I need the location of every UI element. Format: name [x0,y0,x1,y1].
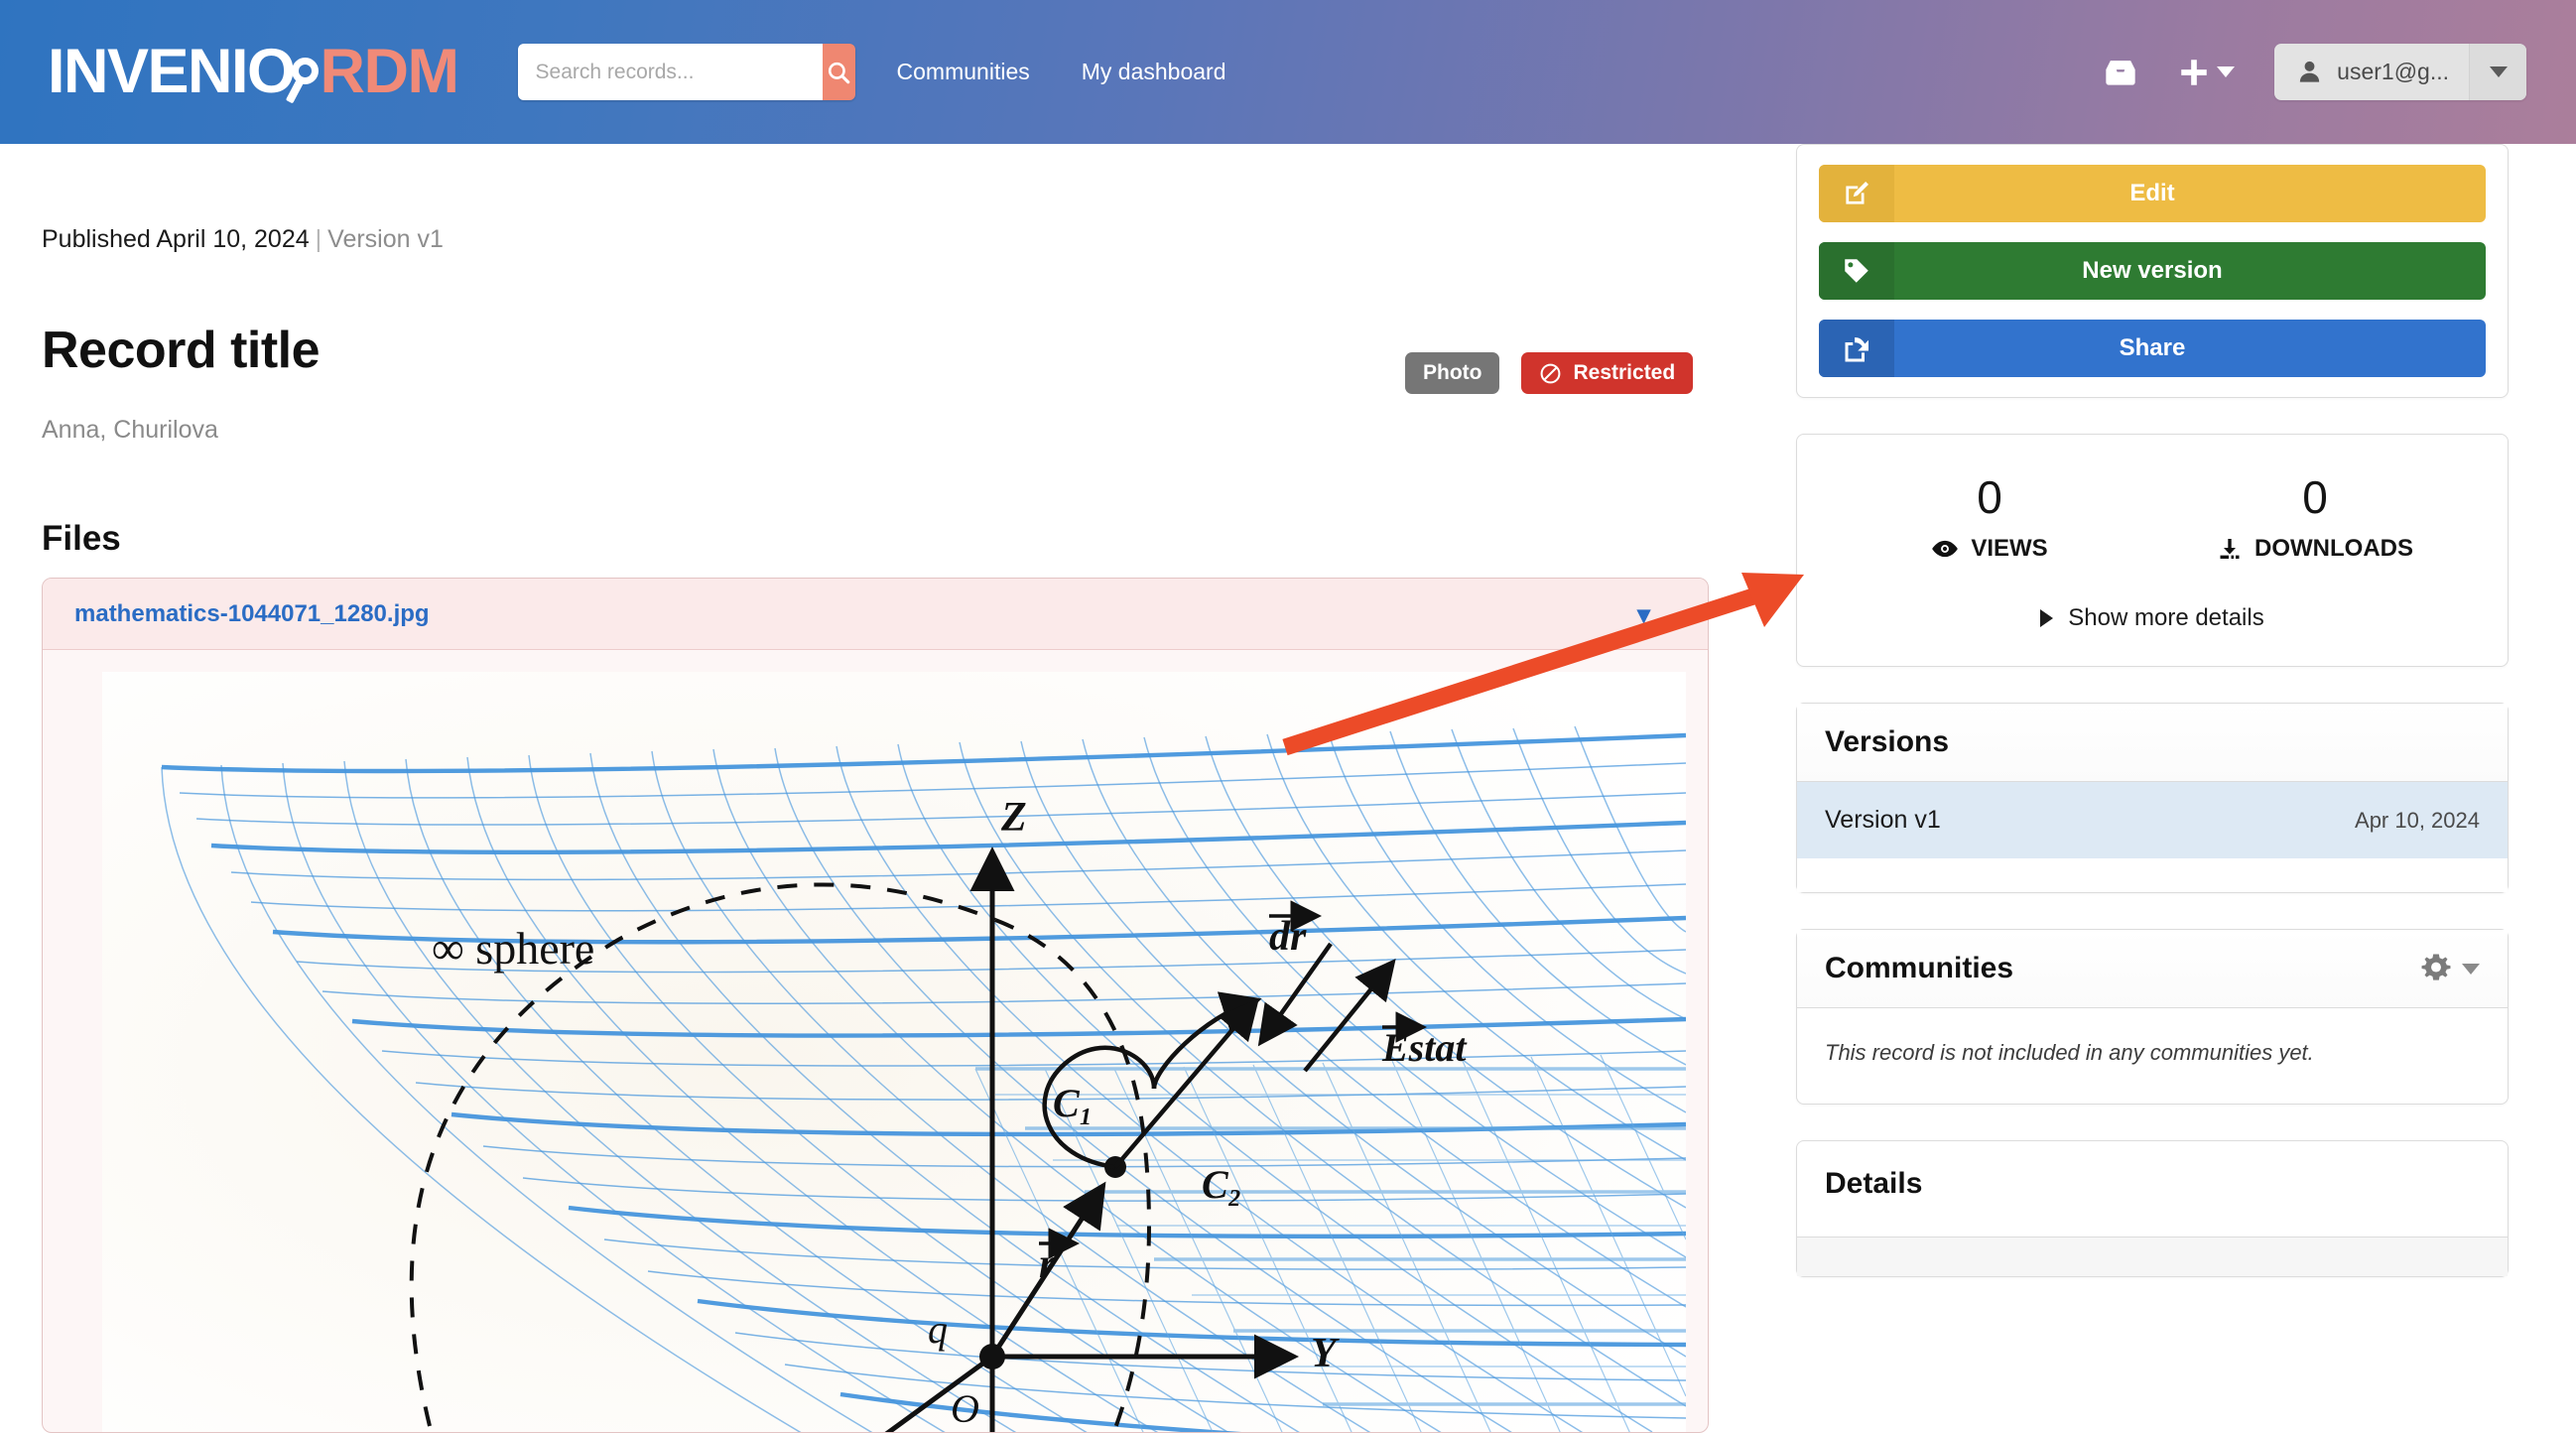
page-title: Record title [42,322,321,379]
downloads-label: DOWNLOADS [2254,535,2413,562]
no-entry-icon [1541,363,1561,383]
nav-link-communities[interactable]: Communities [897,59,1030,85]
site-logo[interactable]: INVENIO RDM [48,37,459,106]
record-badges: Photo Restricted [1405,352,1694,394]
show-more-details-toggle[interactable]: Show more details [1827,604,2478,632]
file-preview-panel: mathematics-1044071_1280.jpg ▾ Z Y O q ∞… [42,578,1709,1433]
version-row-label: Version v1 [1825,806,1941,834]
nav-right-group: user1@g... [2104,44,2526,100]
label-efield: Estat [1381,1025,1468,1070]
show-more-details-label: Show more details [2068,604,2264,631]
edit-button[interactable]: Edit [1819,165,2486,222]
communities-empty-state: This record is not included in any commu… [1797,1008,2508,1104]
caret-down-icon [2489,66,2508,77]
communities-settings-button[interactable] [2419,952,2480,985]
search-button[interactable] [822,44,855,100]
views-count: 0 [1977,471,2002,523]
math-diagram-figure: Z Y O q ∞ sphere dr Estat C₁ C₂ r [102,672,1686,1432]
communities-panel: Communities This record is not included … [1796,929,2509,1105]
meta-separator: | [315,225,322,253]
chevron-down-icon[interactable]: ▾ [1637,601,1650,627]
details-panel-row [1797,1237,2508,1276]
new-version-button[interactable]: New version [1819,242,2486,300]
chevron-down-icon [2217,66,2236,77]
details-title: Details [1825,1167,1923,1200]
top-navbar: INVENIO RDM Communities My dashboard [0,0,2576,144]
search-icon [828,62,850,83]
record-sidebar: Edit New version Share 0 VIEWS 0 DOWNLOA… [1796,144,2509,1277]
magnifier-icon [285,42,324,103]
triangle-right-icon [2040,609,2054,627]
label-y-axis: Y [1311,1331,1340,1376]
share-button-label: Share [2119,334,2186,361]
communities-panel-header: Communities [1797,930,2508,1008]
record-authors: Anna, Churilova [42,416,218,444]
pencil-square-icon [1819,165,1894,222]
primary-nav: Communities My dashboard [897,59,1278,85]
status-badge-resource-type: Photo [1405,352,1500,394]
badge-label-restricted: Restricted [1573,361,1676,384]
inbox-icon [2106,60,2135,85]
file-name-link[interactable]: mathematics-1044071_1280.jpg [74,600,430,628]
logo-text-rdm: RDM [320,37,459,106]
create-new-button[interactable] [2177,56,2236,89]
versions-panel-header: Versions [1797,704,2508,782]
communities-title: Communities [1825,952,2014,984]
label-origin: O [951,1386,979,1431]
badge-label-photo: Photo [1423,361,1482,384]
user-name-label: user1@g... [2337,59,2449,84]
label-z-axis: Z [1000,795,1027,841]
user-menu-button[interactable]: user1@g... [2274,44,2526,100]
downloads-count: 0 [2302,471,2328,523]
file-preview-body: Z Y O q ∞ sphere dr Estat C₁ C₂ r [43,650,1708,1432]
version-row-date: Apr 10, 2024 [2355,807,2480,833]
share-button[interactable]: Share [1819,320,2486,377]
version-row[interactable]: Version v1 Apr 10, 2024 [1797,782,2508,858]
versions-title: Versions [1825,725,1950,758]
user-menu-caret[interactable] [2469,44,2526,100]
record-version-label: Version v1 [327,225,444,253]
label-dr: dr [1269,914,1307,960]
communities-empty-text: This record is not included in any commu… [1825,1040,2314,1065]
file-panel-header: mathematics-1044071_1280.jpg ▾ [43,579,1708,650]
details-panel: Details [1796,1140,2509,1277]
label-curve2: C₂ [1202,1162,1242,1207]
record-actions-card: Edit New version Share [1796,144,2509,398]
versions-panel-footer [1797,858,2508,892]
edit-button-label: Edit [2129,180,2175,206]
versions-panel: Versions Version v1 Apr 10, 2024 [1796,703,2509,893]
download-icon [2220,539,2240,559]
user-icon [2299,61,2320,82]
nav-link-my-dashboard[interactable]: My dashboard [1082,59,1226,85]
search-input[interactable] [517,44,823,100]
stat-views: 0 VIEWS [1827,474,2152,563]
details-panel-header: Details [1797,1141,2508,1237]
stat-downloads: 0 DOWNLOADS [2152,474,2478,563]
label-sphere: ∞ sphere [432,923,594,974]
tag-icon [1819,242,1894,300]
share-icon [1819,320,1894,377]
label-curve1: C₁ [1053,1081,1094,1125]
views-label: VIEWS [1971,535,2048,562]
logo-text-invenio: INVENIO [48,37,296,106]
label-charge: q [928,1307,948,1352]
image-preview[interactable]: Z Y O q ∞ sphere dr Estat C₁ C₂ r [102,672,1686,1432]
search-box [517,44,855,100]
caret-down-icon [2462,963,2480,975]
files-section-heading: Files [42,519,121,558]
plus-icon [2181,59,2207,85]
eye-icon [1932,540,1959,558]
record-stats-card: 0 VIEWS 0 DOWNLOADS Show more details [1796,434,2509,667]
published-date: Published April 10, 2024 [42,225,310,253]
gear-icon [2421,954,2451,980]
inbox-button[interactable] [2104,58,2137,87]
new-version-button-label: New version [2082,257,2223,284]
page-body: Published April 10, 2024 | Version v1 Reco… [0,144,2576,1433]
status-badge-access: Restricted [1521,352,1694,394]
label-radius: r [1039,1241,1056,1287]
charge-point [979,1344,1005,1369]
record-meta-line: Published April 10, 2024 | Version v1 [42,225,444,254]
